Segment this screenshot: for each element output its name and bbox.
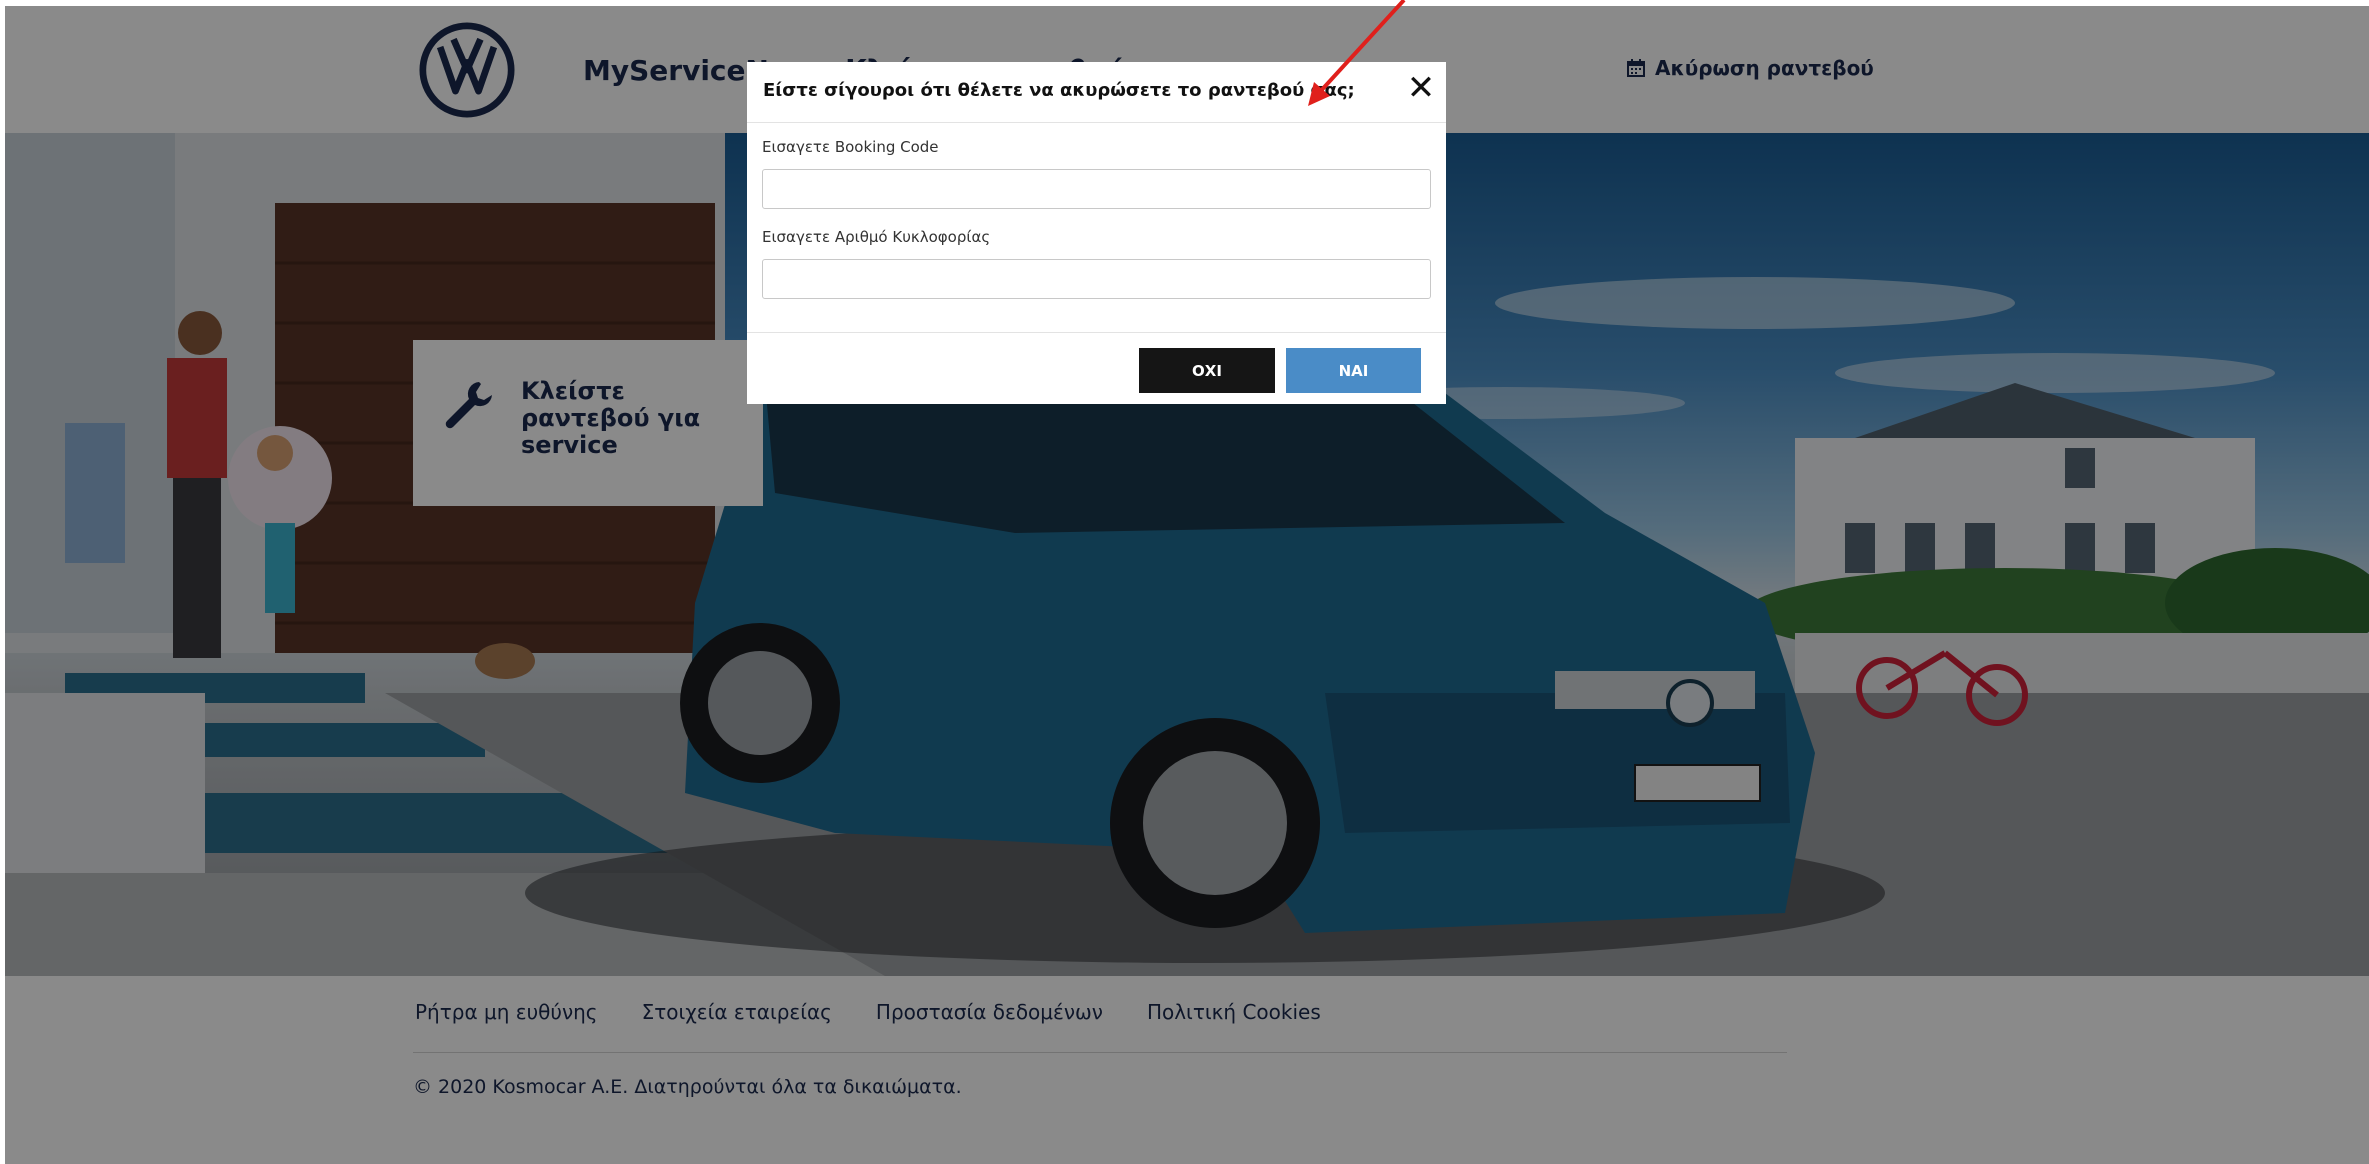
red-arrow-annotation bbox=[1308, 0, 1406, 106]
plate-number-label: Εισαγετε Αριθμό Κυκλοφορίας bbox=[762, 228, 991, 246]
cancel-appointment-dialog: Είστε σίγουροι ότι θέλετε να ακυρώσετε τ… bbox=[747, 62, 1446, 404]
no-button[interactable]: ΟΧΙ bbox=[1139, 348, 1275, 393]
booking-code-label: Εισαγετε Booking Code bbox=[762, 138, 939, 156]
dialog-header-divider bbox=[747, 122, 1446, 123]
plate-number-input[interactable] bbox=[762, 259, 1431, 299]
dialog-title: Είστε σίγουροι ότι θέλετε να ακυρώσετε τ… bbox=[763, 80, 1355, 101]
dialog-footer-divider bbox=[747, 332, 1446, 333]
yes-button[interactable]: ΝΑΙ bbox=[1286, 348, 1421, 393]
booking-code-input[interactable] bbox=[762, 169, 1431, 209]
page: MyServiceNow - Κλείστε ραντεβού Ακύρωση … bbox=[0, 0, 2369, 1164]
